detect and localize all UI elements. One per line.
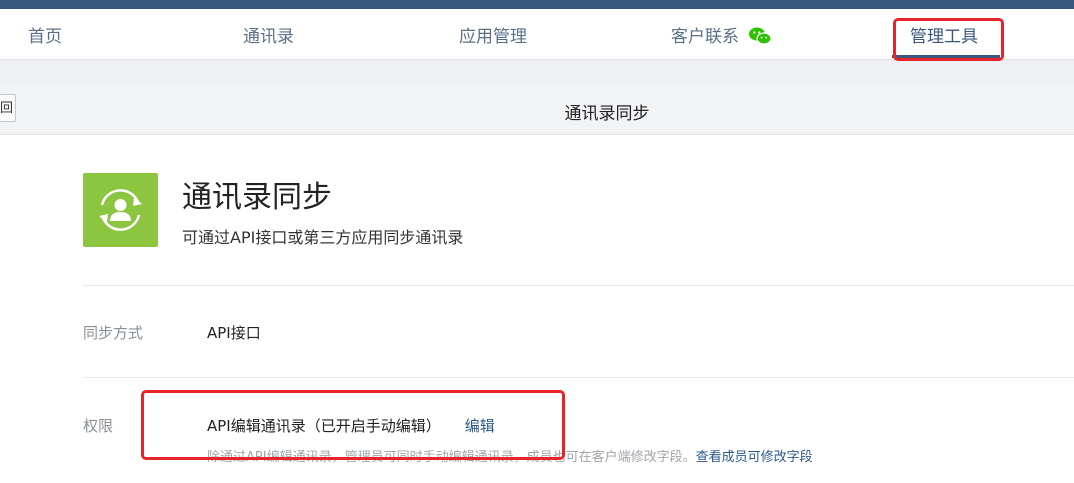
nav-customer-contact-label: 客户联系	[671, 27, 739, 47]
nav-home[interactable]: 首页	[28, 22, 62, 47]
wechat-icon	[749, 27, 773, 45]
permission-edit-link[interactable]: 编辑	[465, 417, 495, 435]
nav-active-indicator	[892, 55, 1000, 58]
top-nav: 首页 通讯录 应用管理 客户联系 管理工具	[0, 9, 1074, 60]
divider	[83, 285, 1074, 286]
permission-hint: 除通过API编辑通讯录，管理员可同时手动编辑通讯录，成员也可在客户端修改字段。查…	[207, 446, 813, 465]
top-accent-bar	[0, 0, 1074, 9]
page-subtitle: 可通过API接口或第三方应用同步通讯录	[182, 228, 464, 247]
permission-value: API编辑通讯录（已开启手动编辑） 编辑	[207, 415, 495, 436]
contact-sync-icon	[83, 173, 158, 247]
page-title: 通讯录同步	[182, 180, 332, 215]
view-editable-fields-link[interactable]: 查看成员可修改字段	[696, 450, 813, 465]
header-gap	[0, 60, 1074, 84]
nav-customer-contact[interactable]: 客户联系	[671, 22, 773, 47]
sub-header-title: 通讯录同步	[564, 104, 650, 124]
permission-value-text: API编辑通讯录（已开启手动编辑）	[207, 417, 441, 435]
divider	[83, 377, 1074, 378]
sync-method-label: 同步方式	[83, 324, 144, 342]
nav-management-tools[interactable]: 管理工具	[910, 22, 978, 47]
sync-method-value: API接口	[207, 324, 261, 342]
sub-header: 回 通讯录同步	[0, 84, 1074, 135]
permission-label: 权限	[83, 417, 114, 435]
permission-hint-text: 除通过API编辑通讯录，管理员可同时手动编辑通讯录，成员也可在客户端修改字段。	[207, 450, 696, 465]
nav-contacts[interactable]: 通讯录	[243, 22, 294, 47]
nav-app-management[interactable]: 应用管理	[459, 22, 527, 47]
